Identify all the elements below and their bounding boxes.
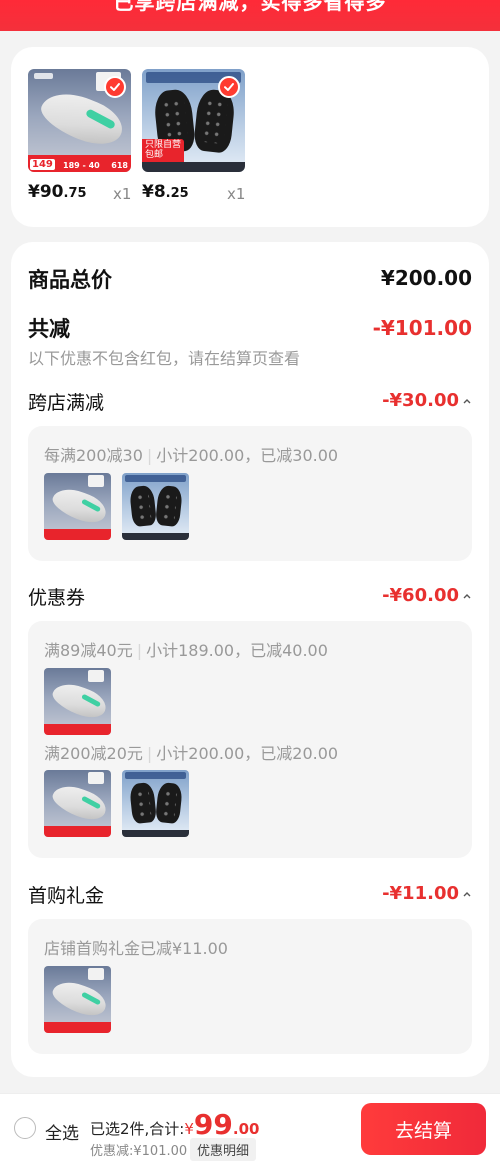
checkout-button[interactable]: 去结算 — [361, 1103, 486, 1155]
panel-cross-store: 每满200减30 | 小计200.00，已减30.00 — [28, 426, 472, 561]
rule-line: 每满200减30 | 小计200.00，已减30.00 — [44, 446, 339, 465]
product-price: ¥8.25 — [142, 182, 189, 202]
mini-thumbnail-shoe — [44, 473, 111, 540]
discount-detail-card: 商品总价 ¥200.00 共减 -¥101.00 以下优惠不包含红包，请在结算页… — [11, 242, 489, 1077]
mini-thumbnail-shoe — [44, 668, 111, 735]
discount-detail-button[interactable]: 优惠明细 — [190, 1138, 257, 1161]
rule-line: 满200减20元 | 小计200.00，已减20.00 — [44, 744, 339, 763]
select-all-radio[interactable] — [14, 1117, 36, 1139]
banner-text: 已享跨店满减，实得多省得多 — [113, 0, 387, 14]
products-card: 149 189 - 40 618 ¥90.75 x1 只限自营 包邮 ¥8.25… — [11, 47, 489, 227]
checkout-bar: 全选 已选2件,合计:¥99.00 优惠减:¥101.00 优惠明细 去结算 — [0, 1093, 500, 1165]
total-value: ¥200.00 — [380, 266, 472, 290]
mini-thumbnail-ice-cleat — [122, 770, 189, 837]
section-title-cross-store: 跨店满减 — [28, 392, 105, 414]
top-banner: 已享跨店满减，实得多省得多 — [0, 0, 500, 31]
select-all-label[interactable]: 全选 — [45, 1119, 79, 1144]
product-qty: x1 — [227, 185, 246, 203]
discount-label: 共减 — [28, 317, 70, 341]
section-toggle-first-purchase[interactable]: -¥11.00 — [382, 883, 472, 904]
rule-line: 店铺首购礼金已减¥11.00 — [44, 939, 228, 958]
section-title-first-purchase: 首购礼金 — [28, 885, 105, 907]
mini-thumbnail-ice-cleat — [122, 473, 189, 540]
check-icon[interactable] — [104, 76, 126, 98]
product-thumbnail-ice-cleat[interactable]: 只限自营 包邮 — [142, 69, 245, 172]
discount-summary: 优惠减:¥101.00 — [90, 1144, 188, 1159]
panel-first-purchase: 店铺首购礼金已减¥11.00 — [28, 919, 472, 1054]
rule-line: 满89减40元 | 小计189.00，已减40.00 — [44, 641, 328, 660]
strip-price: 149 — [30, 159, 55, 170]
discount-note: 以下优惠不包含红包，请在结算页查看 — [28, 349, 301, 368]
mini-thumbnail-shoe — [44, 770, 111, 837]
check-icon[interactable] — [218, 76, 240, 98]
panel-coupon: 满89减40元 | 小计189.00，已减40.00 满200减20元 | 小计200.… — [28, 621, 472, 858]
chevron-up-icon — [463, 891, 471, 896]
section-toggle-cross-store[interactable]: -¥30.00 — [382, 390, 472, 411]
strip-mid: 189 - 40 — [63, 161, 100, 170]
chevron-up-icon — [463, 593, 471, 598]
ice-tag: 只限自营 包邮 — [142, 139, 185, 162]
product-price: ¥90.75 — [28, 182, 87, 202]
section-toggle-coupon[interactable]: -¥60.00 — [382, 585, 472, 606]
discount-value: -¥101.00 — [372, 316, 472, 340]
section-title-coupon: 优惠券 — [28, 587, 86, 609]
mini-thumbnail-shoe — [44, 966, 111, 1033]
chevron-up-icon — [463, 398, 471, 403]
total-summary: 已选2件,合计:¥99.00 — [90, 1108, 260, 1141]
product-thumbnail-shoe[interactable]: 149 189 - 40 618 — [28, 69, 131, 172]
total-label: 商品总价 — [28, 268, 112, 292]
product-qty: x1 — [113, 185, 132, 203]
strip-end: 618 — [111, 161, 128, 170]
